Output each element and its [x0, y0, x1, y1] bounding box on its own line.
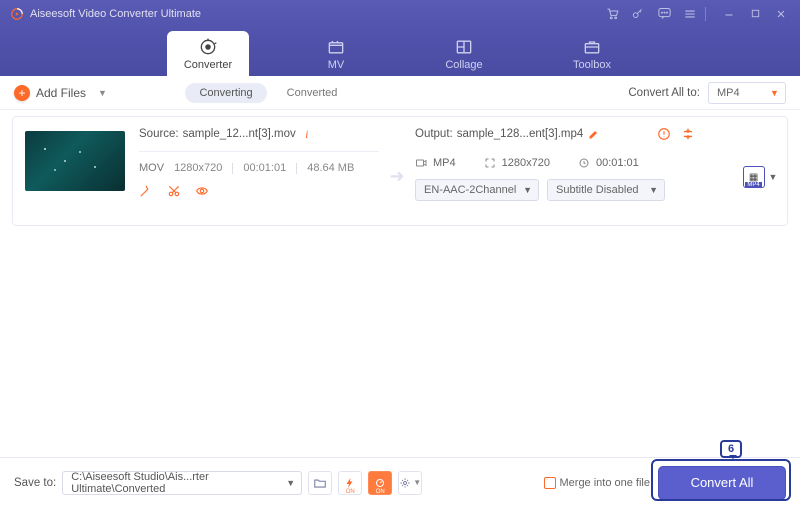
close-button[interactable]: [772, 5, 790, 23]
settings-button[interactable]: ▼: [398, 471, 422, 495]
info-icon[interactable]: i: [300, 127, 314, 141]
collage-icon: [454, 37, 474, 57]
button-label: Convert All: [691, 475, 754, 490]
tab-label: MV: [328, 59, 345, 71]
chevron-down-icon[interactable]: ▼: [769, 172, 778, 182]
footer-bar: Save to: C:\Aiseesoft Studio\Ais...rter …: [0, 457, 800, 507]
output-format: MP4: [433, 157, 456, 169]
save-path-select[interactable]: C:\Aiseesoft Studio\Ais...rter Ultimate\…: [62, 471, 302, 495]
tab-converted[interactable]: Converted: [273, 83, 352, 103]
add-files-label: Add Files: [36, 86, 86, 100]
minimize-button[interactable]: [720, 5, 738, 23]
warning-icon[interactable]: [657, 127, 671, 141]
arrow-right-icon: ➜: [379, 166, 415, 187]
convert-all-to-label: Convert All to:: [628, 87, 700, 99]
tab-label: Toolbox: [573, 59, 611, 71]
key-icon[interactable]: [629, 5, 647, 23]
tab-label: Converter: [184, 59, 232, 71]
cut-icon[interactable]: [167, 184, 181, 198]
profile-format-tag: MP4: [745, 182, 761, 188]
toolbox-icon: [582, 37, 602, 57]
step-callout: 6: [720, 440, 742, 458]
select-value: EN-AAC-2Channel: [424, 184, 516, 196]
tab-mv[interactable]: MV: [295, 31, 377, 76]
convert-all-button[interactable]: Convert All: [658, 466, 786, 500]
app-title: Aiseesoft Video Converter Ultimate: [30, 8, 201, 20]
feedback-icon[interactable]: [655, 5, 673, 23]
open-folder-button[interactable]: [308, 471, 332, 495]
cart-icon[interactable]: [603, 5, 621, 23]
clock-icon: [578, 157, 590, 169]
output-filename: sample_128...ent[3].mp4: [457, 128, 584, 140]
output-label: Output:: [415, 128, 453, 140]
tab-toolbox[interactable]: Toolbox: [551, 31, 633, 76]
add-files-button[interactable]: + Add Files ▼: [14, 85, 107, 101]
source-filename: sample_12...nt[3].mov: [183, 128, 296, 140]
edit-icon[interactable]: [139, 184, 153, 198]
output-profile-button[interactable]: ▦ MP4: [743, 166, 765, 188]
main-tabs: Converter MV Collage Toolbox: [0, 27, 800, 76]
tab-converter[interactable]: Converter: [167, 31, 249, 76]
source-duration: 00:01:01: [243, 162, 286, 174]
save-path-value: C:\Aiseesoft Studio\Ais...rter Ultimate\…: [71, 471, 293, 495]
tab-converting[interactable]: Converting: [185, 83, 266, 103]
enhance-icon[interactable]: [195, 184, 209, 198]
file-row: Source: sample_12...nt[3].mov i MOV 1280…: [12, 116, 788, 226]
app-logo-icon: [10, 7, 24, 21]
chevron-down-icon: ▼: [98, 88, 107, 98]
resolution-icon: [484, 157, 496, 169]
select-value: Subtitle Disabled: [556, 184, 639, 196]
status-tabs: Converting Converted: [185, 83, 351, 103]
subtitle-select[interactable]: Subtitle Disabled ▼: [547, 179, 665, 201]
tab-collage[interactable]: Collage: [423, 31, 505, 76]
mv-icon: [326, 37, 346, 57]
chevron-down-icon: ▼: [413, 478, 421, 487]
plus-icon: +: [14, 85, 30, 101]
save-to-label: Save to:: [14, 477, 56, 489]
titlebar: Aiseesoft Video Converter Ultimate: [0, 0, 800, 27]
video-thumbnail[interactable]: [25, 131, 125, 191]
maximize-button[interactable]: [746, 5, 764, 23]
tab-label: Collage: [445, 59, 482, 71]
source-format: MOV: [139, 162, 164, 174]
convert-all-format-select[interactable]: MP4 ▼: [708, 82, 786, 104]
converter-icon: [198, 37, 218, 57]
chevron-down-icon: ▼: [286, 478, 295, 488]
checkbox-icon: [544, 477, 556, 489]
sub-toolbar: + Add Files ▼ Converting Converted Conve…: [0, 76, 800, 110]
menu-icon[interactable]: [681, 5, 699, 23]
high-speed-button[interactable]: ON: [368, 471, 392, 495]
output-resolution: 1280x720: [502, 157, 550, 169]
film-icon: ▦: [749, 172, 758, 183]
chevron-down-icon: ▼: [649, 185, 658, 195]
compress-icon[interactable]: [681, 127, 695, 141]
output-duration: 00:01:01: [596, 157, 639, 169]
merge-label: Merge into one file: [560, 477, 651, 489]
audio-track-select[interactable]: EN-AAC-2Channel ▼: [415, 179, 539, 201]
chevron-down-icon: ▼: [523, 185, 532, 195]
source-label: Source:: [139, 128, 179, 140]
video-icon: [415, 157, 427, 169]
source-resolution: 1280x720: [174, 162, 222, 174]
source-size: 48.64 MB: [307, 162, 354, 174]
gpu-accel-button[interactable]: ON: [338, 471, 362, 495]
rename-icon[interactable]: [587, 127, 601, 141]
chevron-down-icon: ▼: [770, 88, 779, 98]
merge-checkbox[interactable]: Merge into one file: [544, 477, 651, 489]
select-value: MP4: [717, 87, 740, 99]
